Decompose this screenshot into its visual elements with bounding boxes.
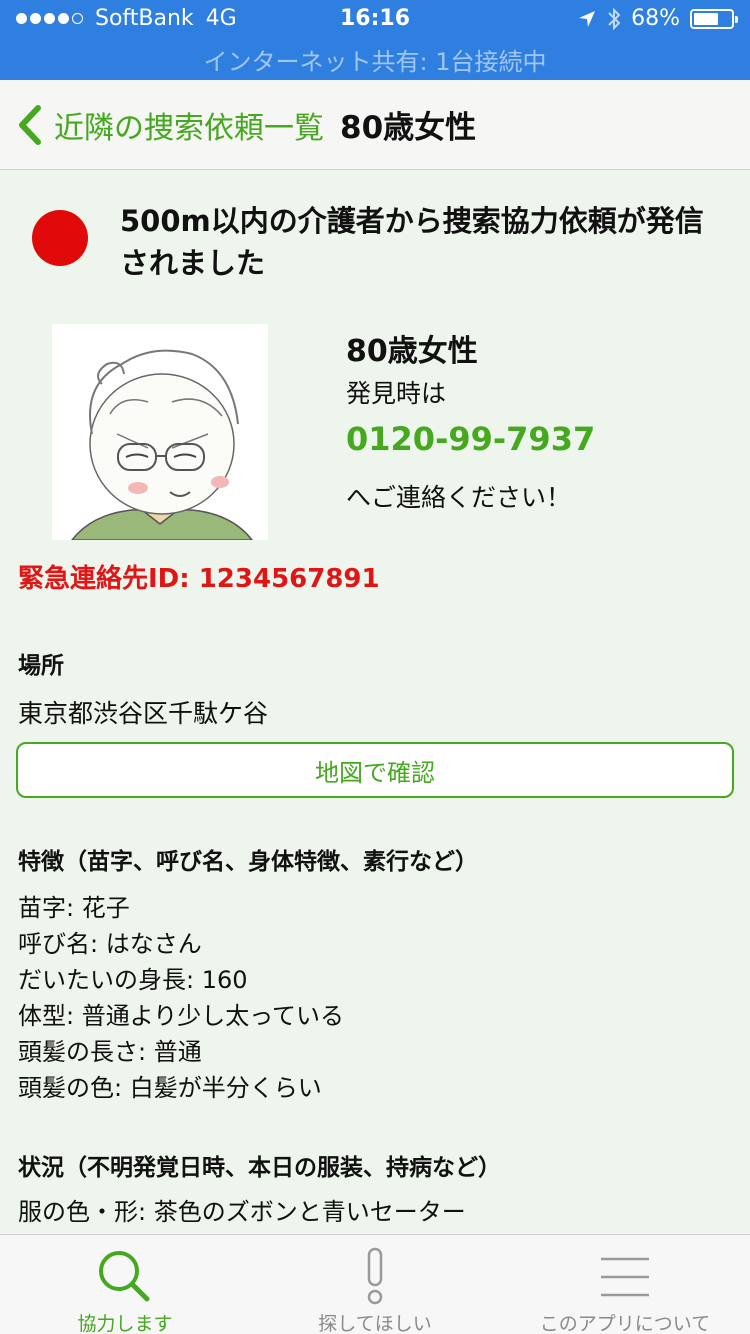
battery-icon bbox=[690, 8, 738, 29]
tab-label: 協力します bbox=[77, 1313, 173, 1334]
tab-cooperate[interactable]: 協力します bbox=[0, 1235, 250, 1334]
tab-about-app[interactable]: このアプリについて bbox=[500, 1235, 750, 1334]
location-value: 東京都渋谷区千駄ケ谷 bbox=[18, 699, 269, 728]
emergency-contact-id: 緊急連絡先ID: 1234567891 bbox=[18, 564, 380, 594]
feature-line: 頭髪の長さ: 普通 bbox=[18, 1038, 202, 1066]
person-name: 80歳女性 bbox=[346, 334, 478, 369]
battery-percent: 68% bbox=[631, 6, 680, 31]
back-label: 近隣の捜索依頼一覧 bbox=[54, 110, 324, 146]
feature-line: 体型: 普通より少し太っている bbox=[18, 1002, 345, 1030]
alert-message: 500m以内の介護者から捜索協力依頼が発信されました bbox=[120, 204, 704, 280]
tab-label: このアプリについて bbox=[539, 1313, 711, 1334]
features-list: 苗字: 花子 呼び名: はなさん だいたいの身長: 160 体型: 普通より少し… bbox=[18, 890, 344, 1106]
status-bar: SoftBank 4G 16:16 68% インターネット共有: 1台接続中 bbox=[0, 0, 750, 80]
situation-list: 服の色・形: 茶色のズボンと青いセーター bbox=[18, 1194, 466, 1230]
hotspot-banner[interactable]: インターネット共有: 1台接続中 bbox=[0, 42, 750, 77]
exclamation-icon bbox=[367, 1247, 383, 1305]
feature-line: だいたいの身長: 160 bbox=[18, 966, 248, 994]
tab-label: 探してほしい bbox=[318, 1313, 432, 1334]
location-arrow-icon bbox=[579, 10, 596, 27]
bluetooth-icon bbox=[608, 7, 621, 30]
feature-line: 苗字: 花子 bbox=[18, 894, 130, 922]
situation-heading: 状況（不明発覚日時、本日の服装、持病など） bbox=[18, 1155, 501, 1181]
situation-line: 服の色・形: 茶色のズボンと青いセーター bbox=[18, 1198, 466, 1226]
phone-link[interactable]: 0120-99-7937 bbox=[346, 420, 595, 458]
found-label: 発見時は bbox=[346, 379, 447, 408]
chevron-left-icon bbox=[19, 104, 41, 145]
navigation-bar: 近隣の捜索依頼一覧 80歳女性 bbox=[0, 80, 750, 170]
alert-indicator-icon bbox=[32, 210, 88, 266]
page-title: 80歳女性 bbox=[340, 110, 477, 146]
tab-request-search[interactable]: 探してほしい bbox=[250, 1235, 500, 1334]
contact-label: へご連絡ください！ bbox=[346, 483, 572, 512]
person-portrait bbox=[52, 324, 268, 540]
menu-icon bbox=[601, 1257, 649, 1297]
feature-line: 呼び名: はなさん bbox=[18, 930, 202, 958]
back-button[interactable]: 近隣の捜索依頼一覧 bbox=[14, 102, 324, 148]
map-button[interactable]: 地図で確認 bbox=[16, 742, 734, 798]
location-heading: 場所 bbox=[18, 653, 64, 679]
search-icon bbox=[99, 1251, 150, 1302]
features-heading: 特徴（苗字、呼び名、身体特徴、素行など） bbox=[18, 849, 478, 875]
feature-line: 頭髪の色: 白髪が半分くらい bbox=[18, 1074, 322, 1102]
detail-content[interactable]: 500m以内の介護者から捜索協力依頼が発信されました 80歳女性 発見時は 01… bbox=[0, 170, 750, 1234]
tab-bar: 協力します 探してほしい このアプリについて bbox=[0, 1234, 750, 1334]
